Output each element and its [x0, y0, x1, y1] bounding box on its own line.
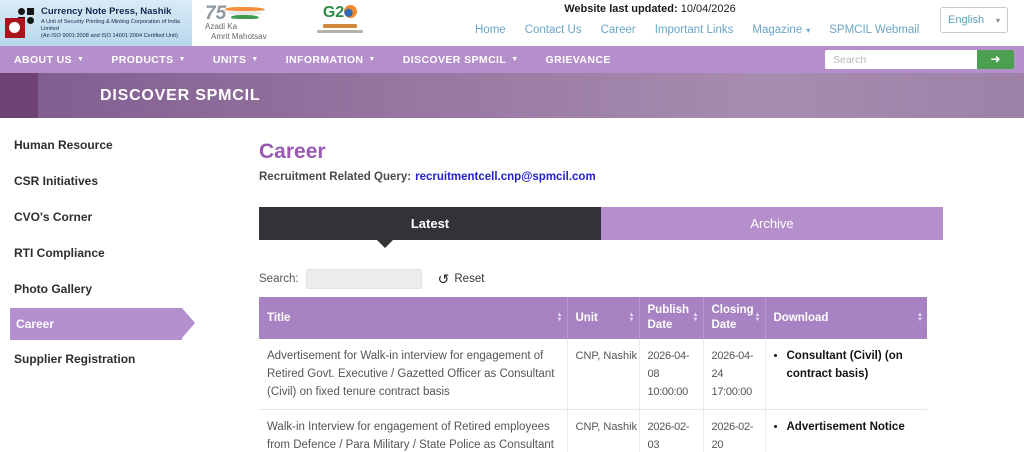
- nav-items: ABOUT US▼ PRODUCTS▼ UNITS▼ INFORMATION▼ DISC…: [14, 54, 638, 66]
- nav-item-units[interactable]: UNITS▼: [213, 54, 259, 66]
- language-selector[interactable]: English ▾: [940, 7, 1008, 33]
- sidebar-item-csr-initiatives[interactable]: CSR Initiatives: [0, 164, 232, 198]
- org-title: Currency Note Press, Nashik: [41, 6, 187, 18]
- sort-icon: ▲▼: [917, 313, 923, 323]
- chevron-down-icon: ▾: [996, 16, 1000, 25]
- top-link-contact-us[interactable]: Contact Us: [525, 24, 582, 36]
- sidebar-item-supplier-registration[interactable]: Supplier Registration: [0, 342, 232, 376]
- logo-block: Currency Note Press, Nashik A Unit of Se…: [0, 0, 192, 46]
- active-tab-pointer: [377, 240, 393, 248]
- sort-icon: ▲▼: [693, 313, 699, 323]
- chevron-down-icon: ▼: [77, 56, 84, 63]
- table-search-label: Search:: [259, 273, 299, 285]
- column-header-closing-date[interactable]: Closing Date▲▼: [703, 297, 765, 339]
- top-link-career[interactable]: Career: [601, 24, 636, 36]
- tab-archive[interactable]: Archive: [601, 207, 943, 240]
- table-search-row: Search: ↺ Reset: [259, 269, 943, 289]
- last-updated: Website last updated: 10/04/2026: [450, 3, 850, 15]
- download-link-advertisement-notice[interactable]: Advertisement Notice: [787, 418, 922, 436]
- chevron-down-icon: ▼: [179, 56, 186, 63]
- g20-logo: G2: [309, 4, 371, 44]
- chevron-down-icon: ▼: [511, 56, 518, 63]
- reset-arrow-icon: ↺: [438, 273, 450, 285]
- top-link-home[interactable]: Home: [475, 24, 506, 36]
- main-navbar: ABOUT US▼ PRODUCTS▼ UNITS▼ INFORMATION▼ DISC…: [0, 46, 1024, 73]
- g20-globe-icon: [344, 5, 357, 18]
- recruitment-query-line: Recruitment Related Query:recruitmentcel…: [259, 171, 943, 183]
- chevron-down-icon: ▼: [251, 56, 258, 63]
- cell-title: Advertisement for Walk-in interview for …: [259, 339, 567, 410]
- recruitment-email-link[interactable]: recruitmentcell.cnp@spmcil.com: [415, 171, 596, 183]
- career-table-wrap: Title▲▼Unit▲▼Publish Date▲▼Closing Date▲…: [259, 297, 927, 452]
- download-link-consultant-civil-on-contract-basis[interactable]: Consultant (Civil) (on contract basis): [787, 347, 922, 383]
- page-banner: DISCOVER SPMCIL: [0, 73, 1024, 118]
- cell-closing-date: 2026-04-24 17:00:00: [703, 339, 765, 410]
- top-link-important-links[interactable]: Important Links: [655, 24, 734, 36]
- chevron-down-icon: ▾: [806, 26, 810, 35]
- banner-corner-decor: [0, 73, 38, 118]
- g20-tagline: [309, 24, 371, 33]
- sort-icon: ▲▼: [629, 313, 635, 323]
- column-header-title[interactable]: Title▲▼: [259, 297, 567, 339]
- cell-download: Advertisement Notice: [765, 410, 927, 452]
- cell-title: Walk-in Interview for engagement of Reti…: [259, 410, 567, 452]
- column-header-publish-date[interactable]: Publish Date▲▼: [639, 297, 703, 339]
- cell-publish-date: 2026-04-08 10:00:00: [639, 339, 703, 410]
- spmcil-logo-icon: [5, 7, 35, 39]
- career-table: Title▲▼Unit▲▼Publish Date▲▼Closing Date▲…: [259, 297, 927, 452]
- top-links: Home Contact Us Career Important Links Magaz…: [475, 24, 919, 36]
- sidebar-item-rti-compliance[interactable]: RTI Compliance: [0, 236, 232, 270]
- nav-item-discover-spmcil[interactable]: DISCOVER SPMCIL▼: [403, 54, 519, 66]
- search-go-button[interactable]: ➜: [977, 50, 1014, 69]
- sidebar-item-career[interactable]: Career: [10, 308, 182, 340]
- top-link-magazine[interactable]: Magazine▾: [752, 24, 810, 36]
- cell-unit: CNP, Nashik: [567, 339, 639, 410]
- nav-item-products[interactable]: PRODUCTS▼: [111, 54, 185, 66]
- cell-unit: CNP, Nashik: [567, 410, 639, 452]
- site-header: Currency Note Press, Nashik A Unit of Se…: [0, 0, 1024, 46]
- column-header-unit[interactable]: Unit▲▼: [567, 297, 639, 339]
- sidebar-menu: Human ResourceCSR InitiativesCVO's Corne…: [0, 126, 232, 378]
- language-selected-value: English: [948, 14, 984, 26]
- top-link-spmcil-webmail[interactable]: SPMCIL Webmail: [829, 24, 919, 36]
- table-row: Walk-in Interview for engagement of Reti…: [259, 410, 927, 452]
- logo-text: Currency Note Press, Nashik A Unit of Se…: [41, 6, 187, 40]
- sort-icon: ▲▼: [557, 313, 563, 323]
- nav-item-information[interactable]: INFORMATION▼: [286, 54, 376, 66]
- sidebar-item-photo-gallery[interactable]: Photo Gallery: [0, 272, 232, 306]
- cell-download: Consultant (Civil) (on contract basis): [765, 339, 927, 410]
- table-search-input[interactable]: [306, 269, 422, 289]
- reset-button[interactable]: ↺ Reset: [438, 273, 485, 285]
- nav-search: ➜: [825, 50, 1014, 69]
- org-subtitle: A Unit of Security Printing & Minting Co…: [41, 19, 187, 33]
- search-input[interactable]: [825, 50, 977, 69]
- page-title: Career: [259, 140, 943, 164]
- azadi-ka-amrit-mahotsav-logo: 75 Azadi Ka Amrit Mahotsav: [203, 3, 277, 44]
- nav-item-about-us[interactable]: ABOUT US▼: [14, 54, 84, 66]
- tab-bar: Latest Archive: [259, 207, 943, 240]
- banner-title: DISCOVER SPMCIL: [100, 87, 260, 105]
- chevron-down-icon: ▼: [368, 56, 375, 63]
- tab-latest[interactable]: Latest: [259, 207, 601, 240]
- main-content: Career Recruitment Related Query:recruit…: [259, 140, 943, 452]
- sort-icon: ▲▼: [755, 313, 761, 323]
- table-row: Advertisement for Walk-in interview for …: [259, 339, 927, 410]
- sidebar-item-human-resource[interactable]: Human Resource: [0, 128, 232, 162]
- column-header-download[interactable]: Download▲▼: [765, 297, 927, 339]
- cell-closing-date: 2026-02-20 18:10:00: [703, 410, 765, 452]
- nav-item-grievance[interactable]: GRIEVANCE: [546, 54, 611, 66]
- india-flag-icon: [225, 7, 265, 19]
- org-certification: (An ISO 9001:2008 and ISO 14001:2004 Cer…: [41, 33, 187, 40]
- sidebar-item-cvo-s-corner[interactable]: CVO's Corner: [0, 200, 232, 234]
- cell-publish-date: 2026-02-03 10:00:00: [639, 410, 703, 452]
